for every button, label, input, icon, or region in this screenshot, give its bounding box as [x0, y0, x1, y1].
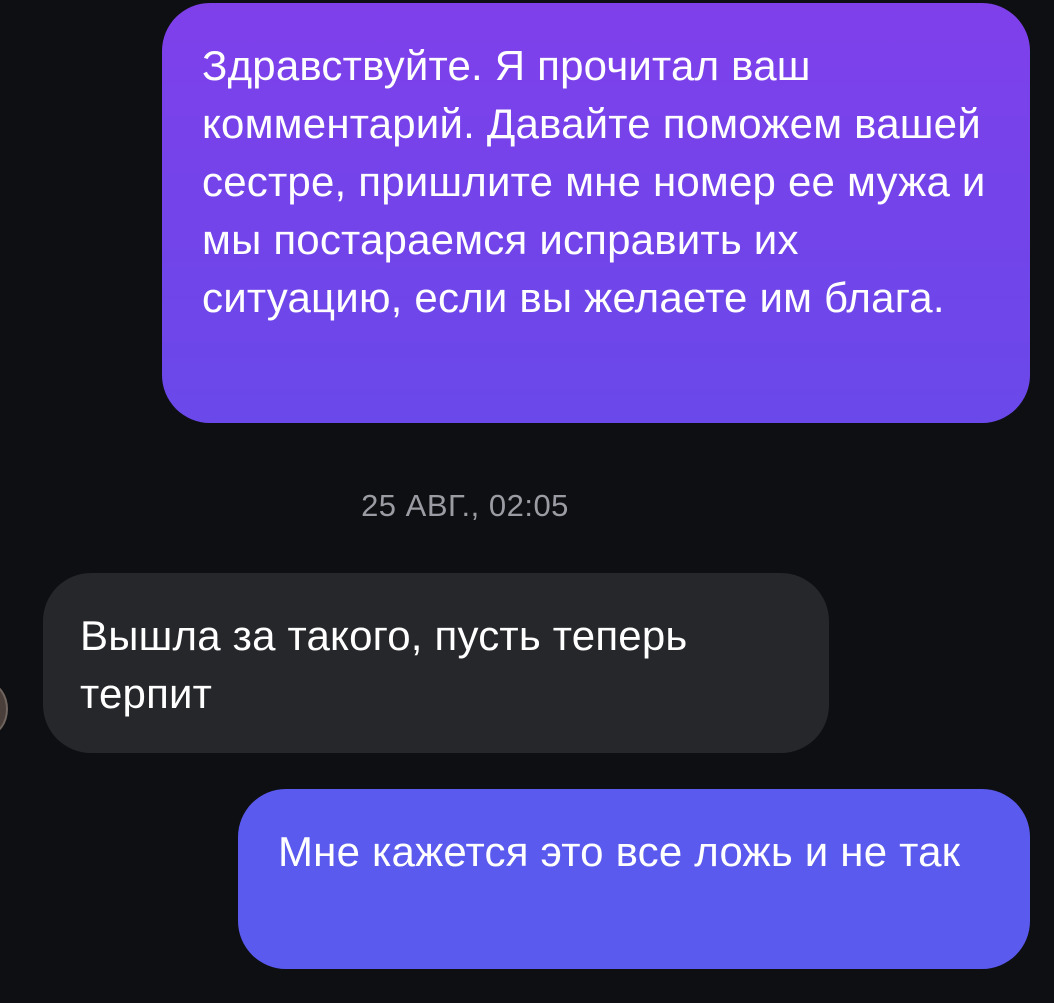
outgoing-message-bubble[interactable]: Мне кажется это все ложь и не так: [238, 789, 1030, 969]
date-separator: 25 АВГ., 02:05: [361, 488, 569, 523]
incoming-message-bubble[interactable]: Вышла за такого, пусть теперь терпит: [43, 573, 829, 753]
message-text: Вышла за такого, пусть теперь терпит: [80, 612, 688, 717]
contact-avatar[interactable]: [0, 683, 8, 735]
message-text: Здравствуйте. Я прочитал ваш комментарий…: [202, 42, 986, 321]
outgoing-message-bubble[interactable]: Здравствуйте. Я прочитал ваш комментарий…: [162, 3, 1030, 423]
message-text: Мне кажется это все ложь и не так: [278, 828, 961, 875]
